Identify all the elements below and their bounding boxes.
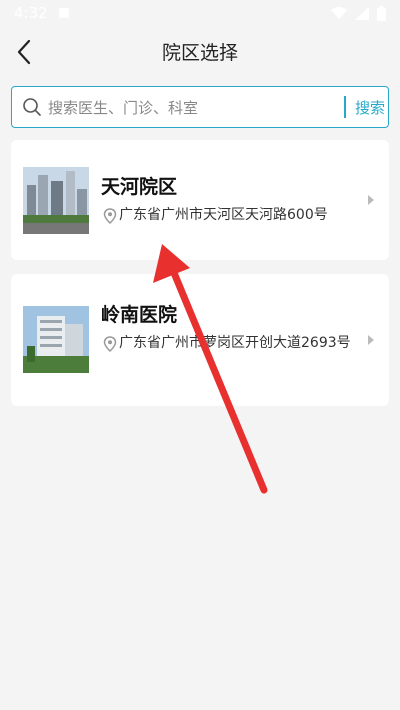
campus-card-lingnan[interactable]: 岭南医院 广东省广州市萝岗区开创大道2693号: [11, 274, 389, 406]
battery-icon: [377, 5, 386, 21]
campus-photo: [23, 306, 89, 373]
search-button[interactable]: 搜索: [350, 97, 390, 118]
signal-icon: [355, 6, 369, 20]
campus-address: 广东省广州市萝岗区开创大道2693号: [119, 335, 351, 351]
page-title: 院区选择: [161, 42, 238, 64]
notification-icon: [58, 8, 69, 18]
search-input[interactable]: [46, 92, 335, 124]
title-bar: 院区选择: [0, 30, 400, 76]
search-icon: [23, 98, 41, 116]
location-pin-icon: [103, 208, 117, 224]
wifi-icon: [331, 6, 347, 19]
status-time: 4:32: [14, 4, 48, 22]
campus-name: 天河院区: [101, 176, 178, 198]
campus-address: 广东省广州市天河区天河路600号: [119, 207, 328, 223]
status-bar: 4:32: [0, 0, 400, 26]
search-bar: 搜索: [11, 86, 389, 128]
location-pin-icon: [103, 336, 117, 352]
campus-card-tianhe[interactable]: 天河院区 广东省广州市天河区天河路600号: [11, 140, 389, 260]
campus-photo: [23, 167, 89, 234]
search-divider: [344, 96, 346, 118]
chevron-right-icon: [368, 335, 374, 345]
campus-name: 岭南医院: [101, 304, 178, 326]
chevron-right-icon: [368, 195, 374, 205]
